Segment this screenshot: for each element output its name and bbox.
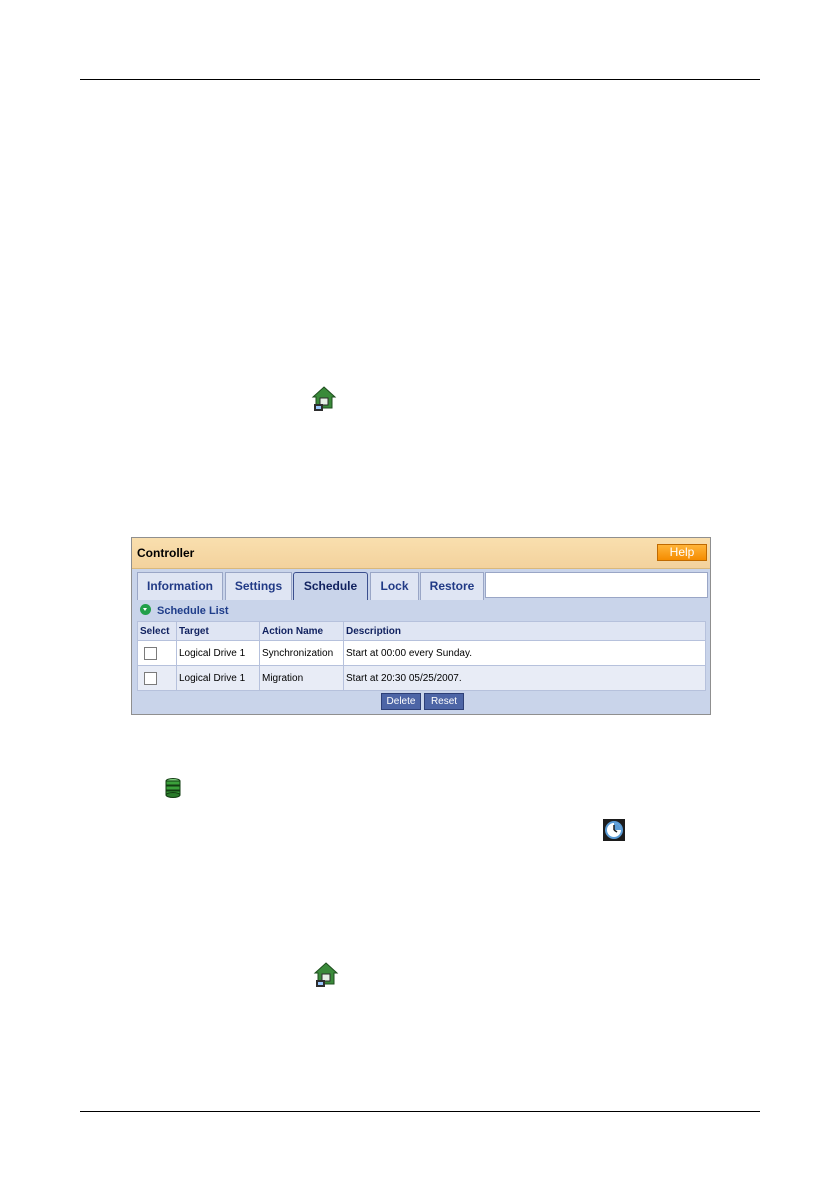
controller-panel: Controller Help Information Settings Sch… [131,537,711,715]
section-title-label: Schedule List [157,605,229,617]
select-cell [137,640,177,666]
tab-lock[interactable]: Lock [370,572,419,600]
tab-settings[interactable]: Settings [225,572,292,600]
row-select-checkbox[interactable] [144,646,157,660]
target-cell: Logical Drive 1 [176,640,260,666]
delete-button[interactable]: Delete [381,693,421,710]
action-cell: Migration [259,665,344,691]
schedule-list-heading[interactable]: Schedule List [140,604,229,617]
panel-title: Controller [137,546,195,560]
footer-rule [80,1111,760,1112]
controller-icon [313,962,339,987]
logical-drive-icon [165,778,181,798]
panel-header: Controller Help [132,538,710,569]
tab-restore[interactable]: Restore [420,572,484,600]
reset-button[interactable]: Reset [424,693,464,710]
tab-information[interactable]: Information [137,572,223,600]
action-cell: Synchronization [259,640,344,666]
schedule-icon [603,819,625,841]
select-cell [137,665,177,691]
header-rule [80,79,760,80]
table-header-row: Select Target Action Name Description [137,621,706,641]
collapse-chevron-icon[interactable] [140,604,151,615]
help-button[interactable]: Help [657,544,707,561]
tab-bar: Information Settings Schedule Lock Resto… [136,572,710,600]
tab-schedule[interactable]: Schedule [293,572,368,600]
column-header-description: Description [343,621,706,641]
row-select-checkbox[interactable] [144,671,157,685]
column-header-target: Target [176,621,260,641]
target-cell: Logical Drive 1 [176,665,260,691]
controller-icon [311,386,337,411]
description-cell: Start at 20:30 05/25/2007. [343,665,706,691]
column-header-select: Select [137,621,177,641]
schedule-table: Select Target Action Name Description Lo… [137,621,706,691]
tab-bar-filler [485,572,708,598]
table-row: Logical Drive 1 Migration Start at 20:30… [137,665,706,691]
description-cell: Start at 00:00 every Sunday. [343,640,706,666]
column-header-action-name: Action Name [259,621,344,641]
table-row: Logical Drive 1 Synchronization Start at… [137,640,706,666]
